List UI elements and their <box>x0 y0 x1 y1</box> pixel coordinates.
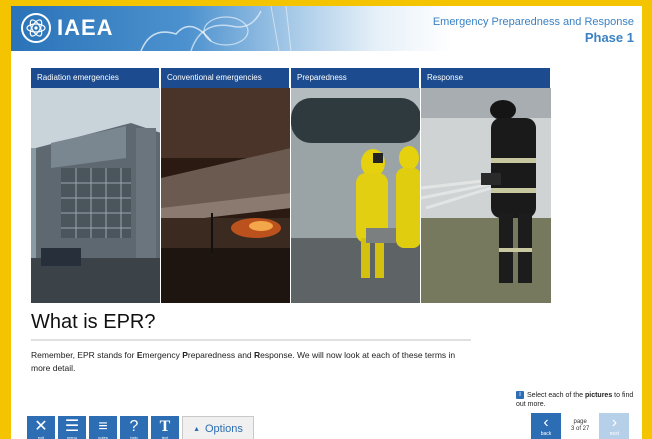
help-label: help <box>130 434 138 439</box>
close-icon: ✕ <box>34 417 48 435</box>
chevron-left-icon: ‹ <box>543 414 549 431</box>
back-button[interactable]: ‹ back <box>531 413 561 439</box>
page-title: What is EPR? <box>31 311 156 333</box>
panel-preparedness[interactable]: Preparedness <box>291 68 421 303</box>
logo-text: IAEA <box>57 15 114 40</box>
bottom-toolbar: ✕ exit ☰ menu ≡ notes ? help T text ▲ Op… <box>27 416 254 439</box>
module-title: Emergency Preparedness and Response <box>432 16 634 28</box>
help-button[interactable]: ? help <box>120 416 148 439</box>
menu-button[interactable]: ☰ menu <box>58 416 86 439</box>
topic-panels: Radiation emergencies Conventional emerg… <box>31 68 551 303</box>
hint-text: Select each of the <box>527 392 585 399</box>
list-icon: ☰ <box>64 417 80 435</box>
back-label: back <box>540 431 552 437</box>
radiation-emergencies-image <box>31 88 160 303</box>
body-text-part: Remember, EPR stands for <box>31 350 137 360</box>
text-label: text <box>161 434 169 439</box>
page-navigation: ‹ back page 3 of 27 › next <box>531 413 630 439</box>
next-button[interactable]: › next <box>599 413 630 439</box>
hint-bold: pictures <box>584 392 613 399</box>
panel-label: Response <box>421 68 551 88</box>
panel-label: Radiation emergencies <box>31 68 160 88</box>
body-paragraph: Remember, EPR stands for Emergency Prepa… <box>31 349 476 375</box>
response-image <box>421 88 551 303</box>
body-text-part: mergency <box>142 350 183 360</box>
iaea-logo: IAEA <box>21 11 114 45</box>
panel-label: Conventional emergencies <box>161 68 290 88</box>
page-of: 3 of 27 <box>571 426 590 432</box>
exit-button[interactable]: ✕ exit <box>27 416 55 439</box>
chevron-right-icon: › <box>611 414 618 431</box>
text-icon: T <box>159 417 171 435</box>
notes-label: notes <box>98 434 108 439</box>
conventional-emergencies-image <box>161 88 290 303</box>
panel-response[interactable]: Response <box>421 68 551 303</box>
caret-up-icon: ▲ <box>193 425 200 433</box>
options-label: Options <box>205 423 243 435</box>
page-counter: page 3 of 27 <box>571 419 589 433</box>
body-text-part: reparedness and <box>187 350 255 360</box>
header-bar: IAEA Emergency Preparedness and Response… <box>11 6 642 51</box>
phase-label: Phase 1 <box>584 30 634 45</box>
exit-label: exit <box>37 434 45 439</box>
help-icon: ? <box>129 417 139 435</box>
text-button[interactable]: T text <box>151 416 179 439</box>
title-divider <box>31 339 471 341</box>
menu-label: menu <box>66 434 77 439</box>
instruction-hint: i Select each of the pictures to find out… <box>516 391 636 409</box>
app-frame: IAEA Emergency Preparedness and Response… <box>11 6 642 439</box>
atom-emblem-icon <box>21 13 51 43</box>
page-word: page <box>573 419 587 425</box>
preparedness-image <box>291 88 420 303</box>
panel-conventional-emergencies[interactable]: Conventional emergencies <box>161 68 291 303</box>
info-icon: i <box>516 391 524 399</box>
options-button[interactable]: ▲ Options <box>182 416 254 439</box>
notes-icon: ≡ <box>98 417 108 435</box>
panel-radiation-emergencies[interactable]: Radiation emergencies <box>31 68 161 303</box>
header-decoration <box>140 6 292 51</box>
panel-label: Preparedness <box>291 68 420 88</box>
next-label: next <box>609 431 620 437</box>
notes-button[interactable]: ≡ notes <box>89 416 117 439</box>
